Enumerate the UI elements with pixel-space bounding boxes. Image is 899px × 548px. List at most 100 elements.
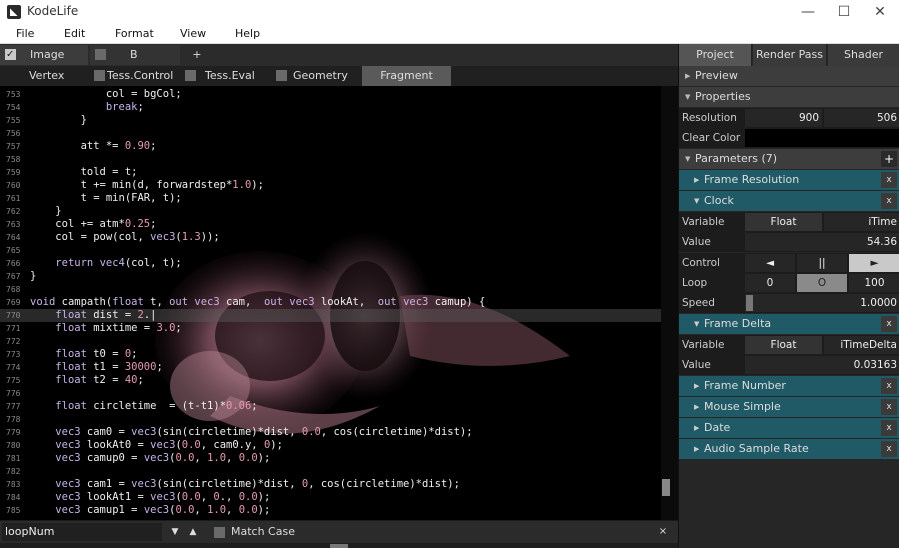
tess-control-checkbox[interactable] (94, 70, 105, 81)
code-line[interactable]: 784 vec3 lookAt1 = vec3(0.0, 0., 0.0); (0, 491, 661, 504)
remove-param-button[interactable]: x (881, 172, 897, 188)
add-tab-button[interactable]: + (182, 45, 212, 65)
code-line[interactable]: 760 t += min(d, forwardstep*1.0); (0, 179, 661, 192)
pause-icon[interactable]: || (797, 254, 847, 272)
code-line[interactable]: 775 float t2 = 40; (0, 374, 661, 387)
tab-b[interactable]: B (90, 45, 180, 65)
tab-render-pass[interactable]: Render Pass (753, 44, 827, 66)
speed-slider[interactable]: 1.0000 (745, 294, 899, 312)
clear-color-swatch[interactable] (745, 129, 899, 147)
remove-param-button[interactable]: x (881, 378, 897, 394)
remove-param-button[interactable]: x (881, 193, 897, 209)
param-mouse-simple[interactable]: ▶ Mouse Simple x (679, 397, 899, 417)
remove-param-button[interactable]: x (881, 399, 897, 415)
find-input[interactable] (2, 523, 162, 541)
code-line[interactable]: 780 vec3 lookAt0 = vec3(0.0, cam0.y, 0); (0, 439, 661, 452)
code-line[interactable]: 773 float t0 = 0; (0, 348, 661, 361)
code-line[interactable]: 759 told = t; (0, 166, 661, 179)
rewind-icon[interactable]: ◄ (745, 254, 795, 272)
code-line[interactable]: 781 vec3 camup0 = vec3(0.0, 1.0, 0.0); (0, 452, 661, 465)
param-frame-delta[interactable]: ▼ Frame Delta x (679, 314, 899, 334)
section-properties[interactable]: ▼ Properties (679, 87, 899, 107)
stage-tess-eval[interactable]: Tess.Eval (185, 66, 255, 86)
menu-file[interactable]: File (16, 27, 34, 40)
remove-param-button[interactable]: x (881, 420, 897, 436)
code-line[interactable]: 764 col = pow(col, vec3(1.3)); (0, 231, 661, 244)
code-line[interactable]: 758 (0, 153, 661, 166)
delta-type-select[interactable]: Float (745, 336, 822, 354)
code-line[interactable]: 755 } (0, 114, 661, 127)
clock-value-field[interactable]: 54.36 (745, 233, 899, 251)
code-line[interactable]: 756 (0, 127, 661, 140)
stage-vertex[interactable]: Vertex (29, 66, 64, 86)
menu-view[interactable]: View (180, 27, 206, 40)
code-editor[interactable]: 753 col = bgCol; 754 break; 755 } 756 757 at… (0, 86, 661, 520)
menu-format[interactable]: Format (115, 27, 154, 40)
remove-param-button[interactable]: x (881, 316, 897, 332)
param-frame-resolution[interactable]: ▶ Frame Resolution x (679, 170, 899, 190)
add-parameter-button[interactable]: + (881, 151, 897, 167)
speed-slider-handle[interactable] (746, 295, 753, 311)
menu-edit[interactable]: Edit (64, 27, 85, 40)
param-clock[interactable]: ▼ Clock x (679, 191, 899, 211)
code-line[interactable]: 753 col = bgCol; (0, 88, 661, 101)
tab-shader-stage[interactable]: Shader Stage (828, 44, 899, 83)
stage-geometry[interactable]: Geometry (276, 66, 348, 86)
code-line[interactable]: 770 float dist = 2.| (0, 309, 661, 322)
code-line[interactable]: 777 float circletime = (t-t1)*0.06; (0, 400, 661, 413)
menu-help[interactable]: Help (235, 27, 260, 40)
param-date[interactable]: ▶ Date x (679, 418, 899, 438)
code-scroll-thumb[interactable] (662, 479, 670, 496)
code-line[interactable]: 774 float t1 = 30000; (0, 361, 661, 374)
delta-variable-name[interactable]: iTimeDelta (824, 336, 899, 354)
delta-value-field[interactable]: 0.03163 (745, 356, 899, 374)
code-line[interactable]: 762 } (0, 205, 661, 218)
code-line[interactable]: 765 (0, 244, 661, 257)
minimize-button[interactable]: — (791, 0, 825, 24)
close-button[interactable]: ✕ (863, 0, 897, 24)
code-line[interactable]: 766 return vec4(col, t); (0, 257, 661, 270)
code-line[interactable]: 779 vec3 cam0 = vec3(sin(circletime)*dis… (0, 426, 661, 439)
remove-param-button[interactable]: x (881, 441, 897, 457)
loop-end-field[interactable]: 100 (849, 274, 899, 292)
code-line[interactable]: 757 att *= 0.90; (0, 140, 661, 153)
param-frame-number[interactable]: ▶ Frame Number x (679, 376, 899, 396)
param-audio-sample-rate[interactable]: ▶ Audio Sample Rate x (679, 439, 899, 459)
code-line[interactable]: 771 float mixtime = 3.0; (0, 322, 661, 335)
match-case-checkbox[interactable] (214, 527, 225, 538)
tab-project[interactable]: Project (679, 44, 752, 66)
code-scrollbar[interactable] (661, 86, 678, 520)
tab-image-checkbox[interactable] (5, 45, 16, 65)
tab-b-checkbox[interactable] (95, 49, 106, 60)
stage-fragment[interactable]: Fragment (362, 66, 451, 86)
code-line[interactable]: 768 (0, 283, 661, 296)
loop-toggle-button[interactable]: O (797, 274, 847, 292)
tab-image[interactable]: Image (0, 45, 88, 65)
code-line[interactable]: 754 break; (0, 101, 661, 114)
code-line[interactable]: 783 vec3 cam1 = vec3(sin(circletime)*dis… (0, 478, 661, 491)
section-preview[interactable]: ▶ Preview (679, 66, 899, 86)
resolution-width-field[interactable]: 900 (745, 109, 822, 127)
code-line[interactable]: 772 (0, 335, 661, 348)
code-line[interactable]: 782 (0, 465, 661, 478)
find-close-icon[interactable]: × (656, 523, 670, 541)
resolution-height-field[interactable]: 506 (824, 109, 899, 127)
code-line[interactable]: 776 (0, 387, 661, 400)
find-next-down-button[interactable]: ▼ (168, 523, 182, 541)
tess-eval-checkbox[interactable] (185, 70, 196, 81)
maximize-button[interactable]: ☐ (827, 0, 861, 24)
code-line[interactable]: 778 (0, 413, 661, 426)
horizontal-scroll-thumb[interactable] (330, 544, 348, 548)
stage-tess-control[interactable]: Tess.Control (94, 66, 174, 86)
geometry-checkbox[interactable] (276, 70, 287, 81)
clock-variable-name[interactable]: iTime (824, 213, 899, 231)
code-line[interactable]: 761 t = min(FAR, t); (0, 192, 661, 205)
section-parameters[interactable]: ▼ Parameters (7) + (679, 149, 899, 169)
find-prev-up-button[interactable]: ▲ (186, 523, 200, 541)
clock-type-select[interactable]: Float (745, 213, 822, 231)
loop-start-field[interactable]: 0 (745, 274, 795, 292)
play-icon[interactable]: ► (849, 254, 899, 272)
code-line[interactable]: 763 col += atm*0.25; (0, 218, 661, 231)
code-line[interactable]: 767} (0, 270, 661, 283)
code-line[interactable]: 785 vec3 camup1 = vec3(0.0, 1.0, 0.0); (0, 504, 661, 517)
